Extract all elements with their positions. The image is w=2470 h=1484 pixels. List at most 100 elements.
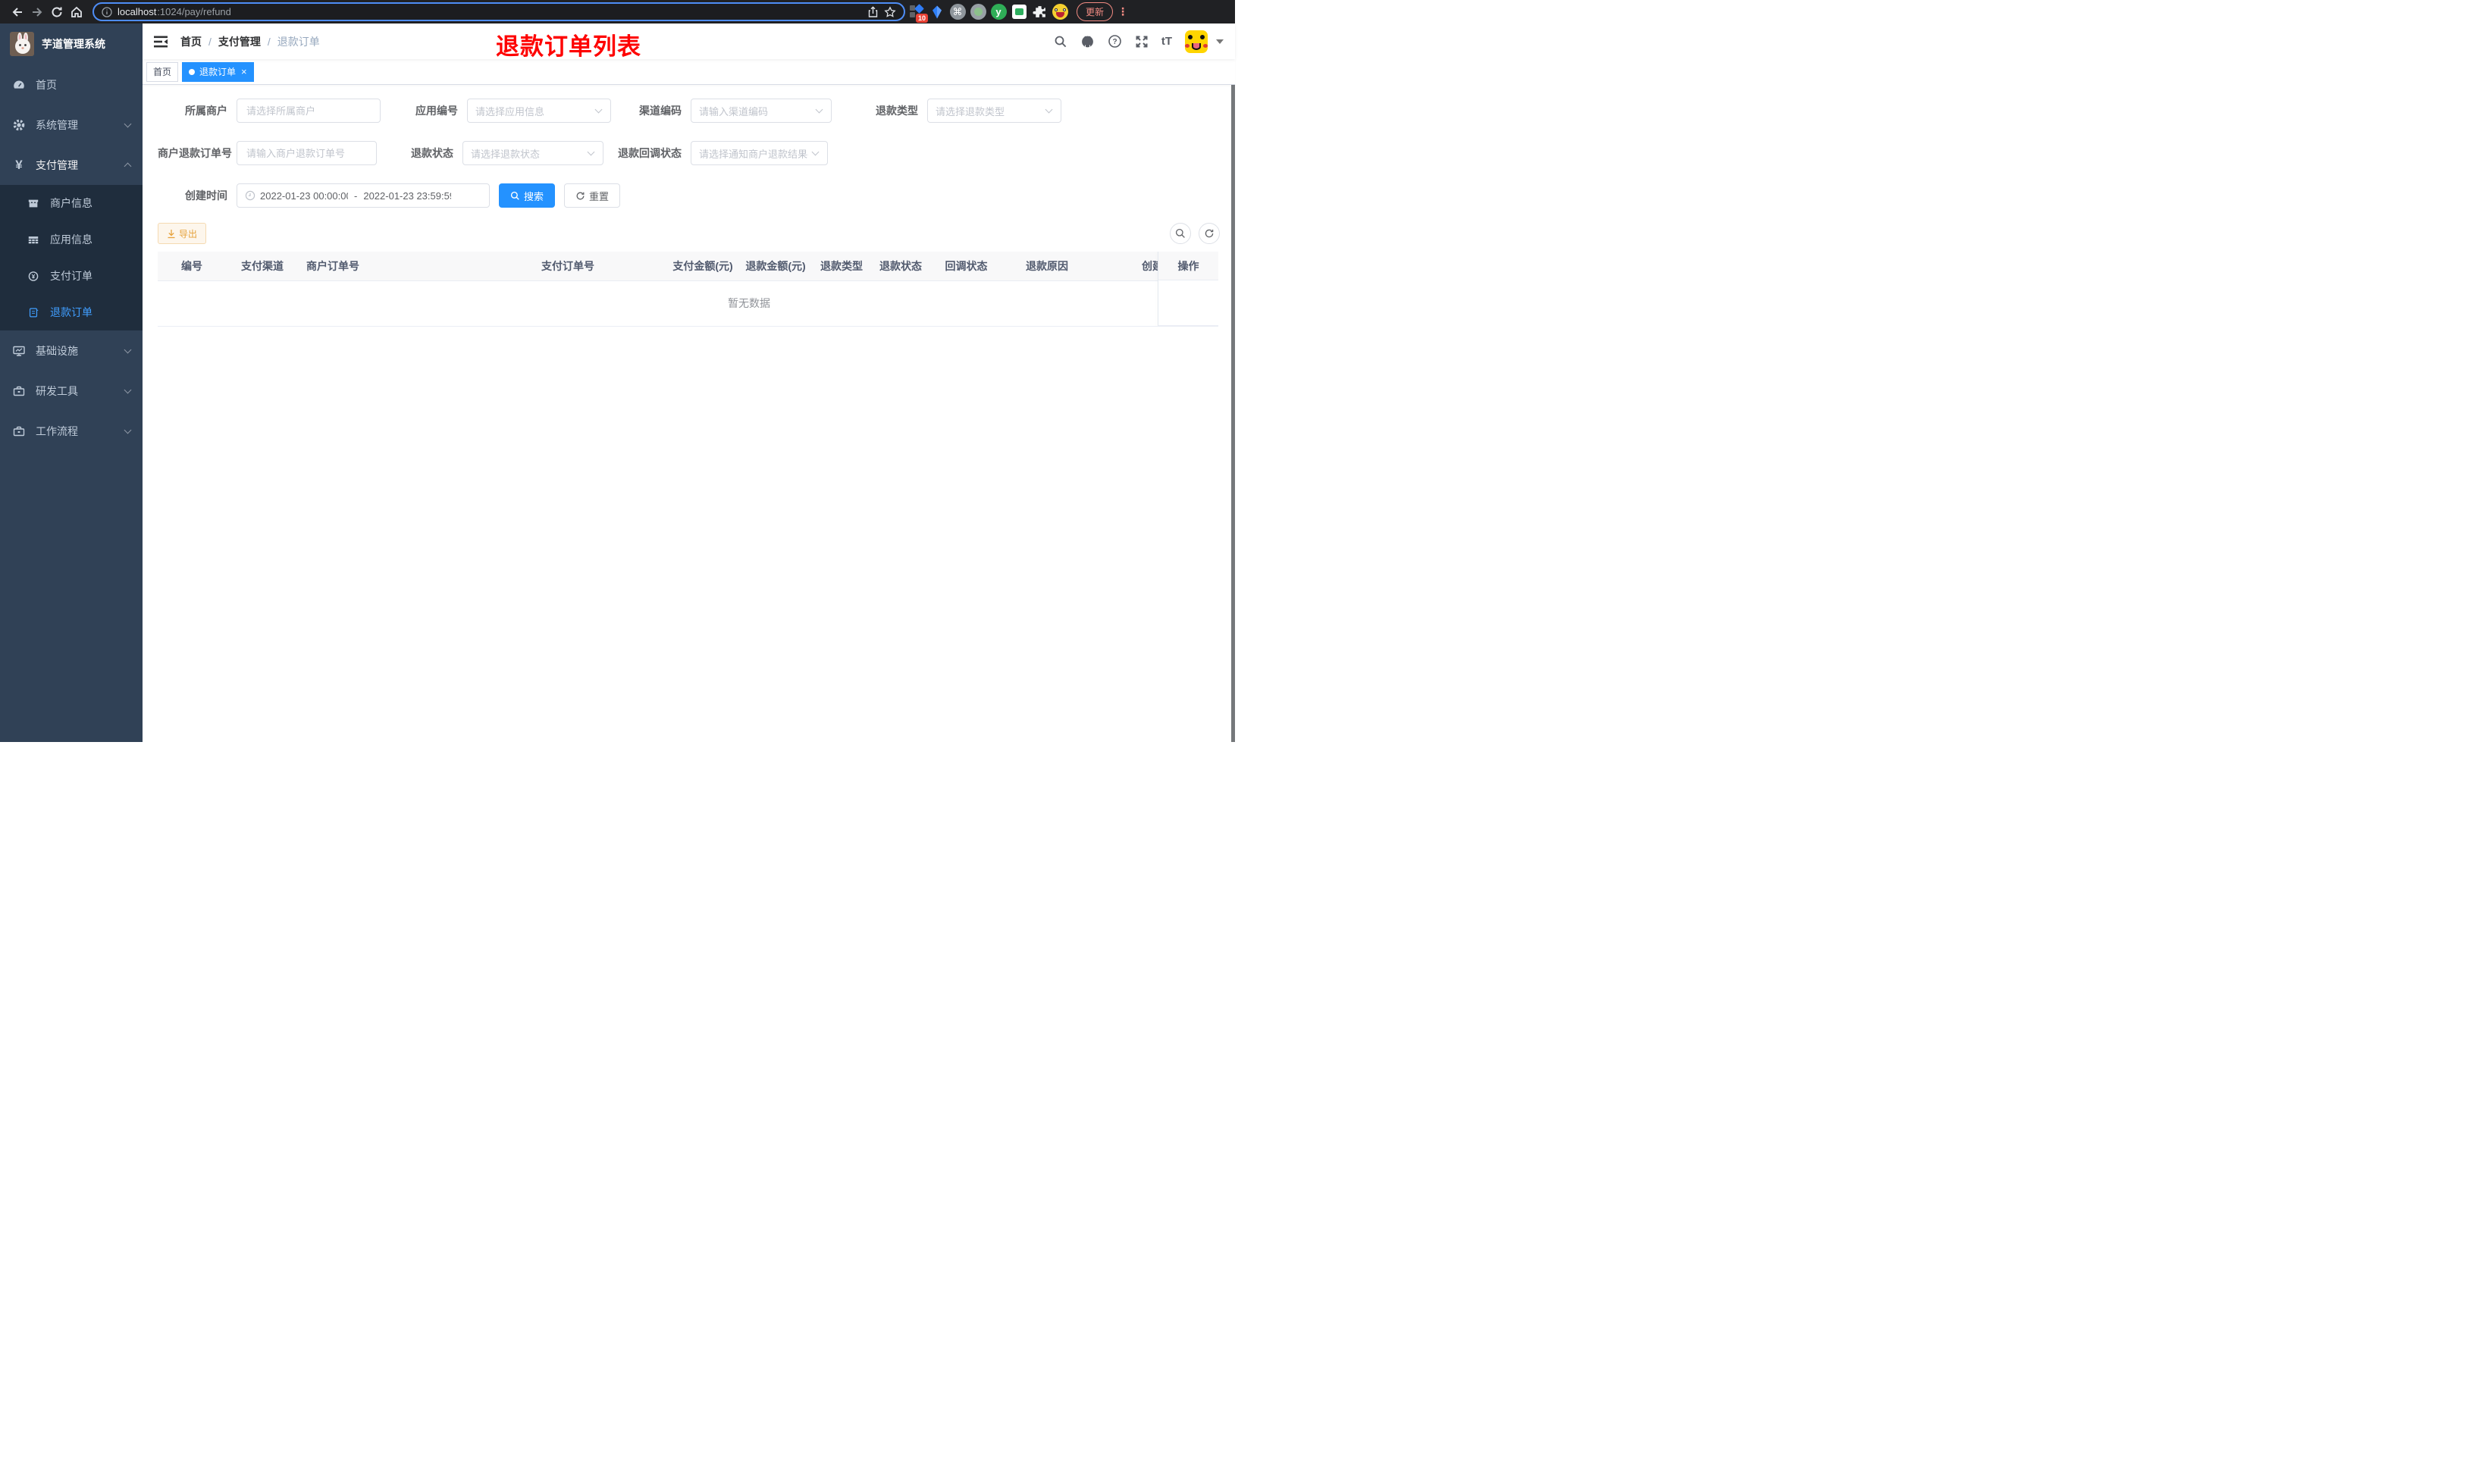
create-time-range-picker[interactable]: 2022-01-23 00:00:00 - 2022-01-23 23:59:5… bbox=[237, 183, 490, 208]
url-host: localhost bbox=[118, 6, 157, 17]
fullscreen-icon[interactable] bbox=[1135, 35, 1149, 49]
sidebar-item-merchant-info[interactable]: 商户信息 bbox=[0, 185, 143, 221]
extension-command-icon[interactable]: ⌘ bbox=[948, 3, 967, 21]
avatar-dropdown-icon[interactable] bbox=[1216, 39, 1224, 44]
export-button[interactable]: 导出 bbox=[158, 223, 207, 244]
url-path: :1024/pay/refund bbox=[157, 6, 231, 17]
tag-home[interactable]: 首页 bbox=[146, 61, 179, 82]
sidebar-item-refund-order[interactable]: 退款订单 bbox=[0, 294, 143, 330]
empty-row: 暂无数据 bbox=[158, 280, 1218, 327]
notify-status-select[interactable]: 请选择通知商户退款结果( bbox=[691, 141, 828, 165]
sidebar-item-system[interactable]: 系统管理 bbox=[0, 105, 143, 145]
chevron-down-icon bbox=[124, 346, 132, 353]
extension-dot-icon[interactable] bbox=[969, 3, 987, 21]
pay-order-icon bbox=[27, 270, 39, 283]
font-size-icon[interactable]: tT bbox=[1161, 35, 1172, 48]
sidebar-item-devtools[interactable]: 研发工具 bbox=[0, 371, 143, 411]
profile-avatar-icon[interactable] bbox=[1051, 3, 1069, 21]
sidebar-item-home[interactable]: 首页 bbox=[0, 64, 143, 105]
merchant-refund-no-input[interactable] bbox=[237, 141, 377, 165]
col-channel: 支付渠道 bbox=[226, 252, 299, 281]
home-icon[interactable] bbox=[67, 2, 86, 22]
app-logo[interactable]: 芋道管理系统 bbox=[0, 23, 143, 64]
extension-chat-icon[interactable] bbox=[1010, 3, 1028, 21]
chevron-down-icon bbox=[815, 105, 823, 114]
extension-y-icon[interactable]: y bbox=[989, 3, 1008, 21]
tag-refund-order[interactable]: 退款订单 × bbox=[182, 61, 254, 82]
top-navbar: 首页 / 支付管理 / 退款订单 退款订单列表 ? tT bbox=[143, 23, 1235, 60]
help-icon[interactable]: ? bbox=[1108, 34, 1122, 49]
sidebar-item-infra[interactable]: 基础设施 bbox=[0, 330, 143, 371]
breadcrumb-refund: 退款订单 bbox=[277, 35, 320, 48]
breadcrumb-pay[interactable]: 支付管理 bbox=[218, 34, 261, 49]
sidebar-item-app-info[interactable]: 应用信息 bbox=[0, 221, 143, 258]
col-pay-amount: 支付金额(元) bbox=[666, 252, 739, 281]
app-select[interactable]: 请选择应用信息 bbox=[467, 99, 611, 123]
extension-badge: 10 bbox=[915, 13, 928, 23]
toolbox-icon bbox=[12, 384, 26, 398]
close-icon[interactable]: × bbox=[241, 67, 247, 77]
browser-update-button[interactable]: 更新 bbox=[1077, 2, 1114, 21]
search-button[interactable]: 搜索 bbox=[499, 183, 556, 208]
channel-select[interactable]: 请输入渠道编码 bbox=[691, 99, 832, 123]
col-refund-status: 退款状态 bbox=[871, 252, 930, 281]
col-id: 编号 bbox=[158, 252, 226, 281]
col-notify-status: 回调状态 bbox=[930, 252, 1002, 281]
reload-icon[interactable] bbox=[47, 2, 67, 22]
filter-refund-type: 退款类型 请选择退款类型 bbox=[851, 99, 1061, 123]
merchant-input[interactable] bbox=[237, 99, 381, 123]
table-header-row: 编号 支付渠道 商户订单号 支付订单号 支付金额(元) 退款金额(元) 退款类型… bbox=[158, 252, 1218, 281]
github-icon[interactable] bbox=[1080, 34, 1095, 49]
filter-create-time: 创建时间 2022-01-23 00:00:00 - 2022-01-23 23… bbox=[158, 183, 490, 208]
share-icon[interactable] bbox=[867, 5, 879, 18]
sidebar-collapse-icon[interactable] bbox=[154, 36, 168, 48]
annotation-title: 退款订单列表 bbox=[496, 33, 641, 60]
date-start[interactable]: 2022-01-23 00:00:00 bbox=[260, 190, 348, 202]
extension-badged-icon[interactable]: 10 bbox=[907, 3, 928, 23]
store-icon bbox=[27, 197, 39, 210]
fixed-action-column: 操作 bbox=[1158, 252, 1218, 326]
refund-status-select[interactable]: 请选择退款状态 bbox=[462, 141, 603, 165]
col-refund-reason: 退款原因 bbox=[1002, 252, 1092, 281]
site-info-icon[interactable] bbox=[102, 6, 112, 17]
sidebar-item-pay[interactable]: ¥ 支付管理 bbox=[0, 145, 143, 185]
extensions-puzzle-icon[interactable] bbox=[1030, 3, 1048, 21]
svg-text:?: ? bbox=[1112, 38, 1117, 46]
reset-button[interactable]: 重置 bbox=[564, 183, 621, 208]
sidebar-item-workflow[interactable]: 工作流程 bbox=[0, 411, 143, 451]
grid-icon bbox=[27, 233, 39, 246]
col-refund-amount: 退款金额(元) bbox=[739, 252, 812, 281]
chevron-down-icon bbox=[124, 426, 132, 434]
date-end[interactable]: 2022-01-23 23:59:59 bbox=[363, 190, 451, 202]
clock-icon bbox=[245, 190, 255, 201]
back-icon[interactable] bbox=[8, 2, 27, 22]
chevron-down-icon bbox=[811, 148, 820, 156]
filter-notify-status: 退款回调状态 请选择通知商户退款结果( bbox=[606, 141, 828, 165]
gear-icon bbox=[12, 118, 26, 132]
extension-gem-icon[interactable] bbox=[928, 3, 946, 21]
toggle-search-button[interactable] bbox=[1170, 223, 1191, 244]
sidebar-item-pay-order[interactable]: 支付订单 bbox=[0, 258, 143, 294]
filter-refund-status: 退款状态 请选择退款状态 bbox=[387, 141, 603, 165]
refund-type-select[interactable]: 请选择退款类型 bbox=[927, 99, 1061, 123]
bookmark-star-icon[interactable] bbox=[884, 5, 896, 18]
scrollbar[interactable] bbox=[1231, 23, 1235, 742]
sidebar: 芋道管理系统 首页 系统管理 ¥ 支付管理 商户信息 应用信息 支付订单 退款订… bbox=[0, 23, 143, 742]
tags-view: 首页 退款订单 × bbox=[143, 59, 1235, 85]
refund-table: 编号 支付渠道 商户订单号 支付订单号 支付金额(元) 退款金额(元) 退款类型… bbox=[158, 252, 1218, 327]
forward-icon[interactable] bbox=[27, 2, 47, 22]
browser-menu-icon[interactable]: ⋮ bbox=[1117, 5, 1128, 18]
filter-merchant-refund-no: 商户退款订单号 bbox=[158, 141, 377, 165]
user-avatar[interactable] bbox=[1185, 30, 1208, 53]
refresh-button[interactable] bbox=[1199, 223, 1220, 244]
address-bar[interactable]: localhost:1024/pay/refund bbox=[92, 2, 905, 21]
col-refund-type: 退款类型 bbox=[812, 252, 871, 281]
breadcrumb-home[interactable]: 首页 bbox=[180, 34, 202, 49]
dashboard-icon bbox=[12, 78, 26, 92]
logo-image bbox=[10, 32, 34, 56]
empty-text: 暂无数据 bbox=[158, 280, 1218, 327]
chevron-down-icon bbox=[587, 148, 595, 156]
refund-doc-icon bbox=[27, 306, 39, 319]
search-icon[interactable] bbox=[1054, 35, 1067, 49]
chevron-down-icon bbox=[1045, 105, 1053, 114]
